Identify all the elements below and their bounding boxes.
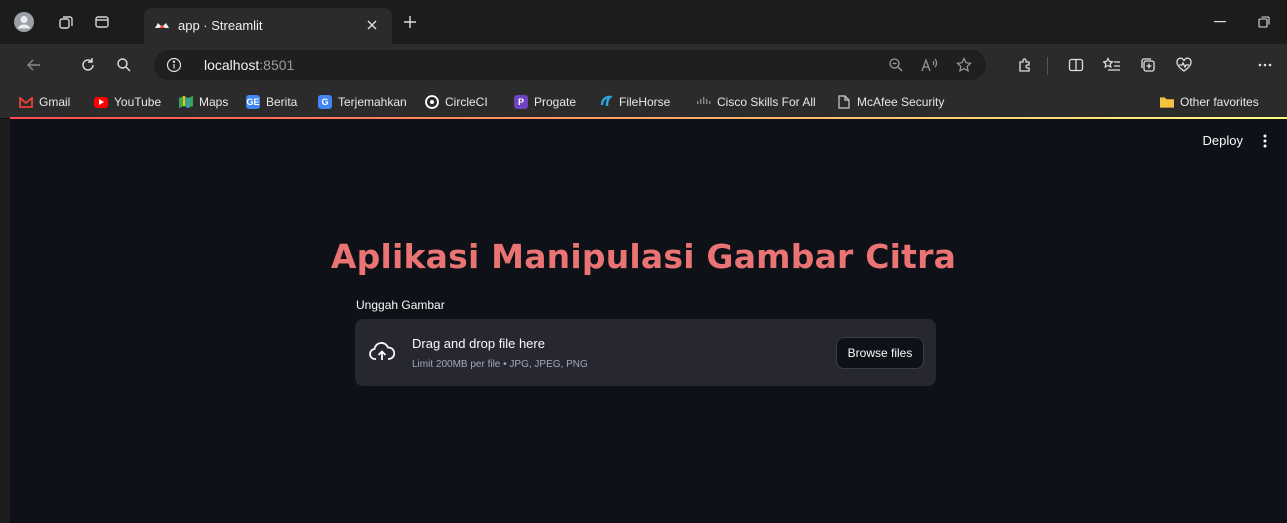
bookmark-youtube[interactable]: YouTube bbox=[94, 92, 161, 112]
favorite-star-icon[interactable] bbox=[954, 55, 974, 75]
bookmark-mcafee[interactable]: McAfee Security bbox=[837, 92, 944, 112]
url-text: localhost:8501 bbox=[204, 57, 295, 73]
gmail-icon bbox=[19, 95, 33, 109]
browser-toolbar: localhost:8501 bbox=[0, 44, 1287, 86]
browser-essentials-icon[interactable] bbox=[1170, 51, 1198, 79]
tab-active[interactable]: app · Streamlit bbox=[144, 8, 392, 44]
main-menu-icon[interactable] bbox=[1257, 131, 1273, 151]
streamlit-favicon-icon bbox=[155, 23, 169, 28]
tab-title: app · Streamlit bbox=[178, 18, 263, 33]
site-info-icon[interactable] bbox=[166, 57, 182, 73]
circleci-icon bbox=[425, 95, 439, 109]
deploy-button[interactable]: Deploy bbox=[1203, 133, 1243, 148]
new-tab-icon[interactable] bbox=[398, 10, 422, 34]
page-icon bbox=[837, 95, 851, 109]
bookmark-terjemahkan[interactable]: G Terjemahkan bbox=[318, 92, 407, 112]
browse-files-button[interactable]: Browse files bbox=[836, 337, 924, 369]
split-screen-icon[interactable] bbox=[1062, 51, 1090, 79]
bookmark-cisco[interactable]: Cisco Skills For All bbox=[697, 92, 816, 112]
profile-avatar-icon[interactable] bbox=[10, 8, 38, 36]
bookmark-progate[interactable]: P Progate bbox=[514, 92, 576, 112]
minimize-icon[interactable] bbox=[1205, 10, 1235, 34]
bookmark-berita[interactable]: GE Berita bbox=[246, 92, 297, 112]
extensions-icon[interactable] bbox=[1011, 51, 1039, 79]
folder-icon bbox=[1160, 95, 1174, 109]
news-icon: GE bbox=[246, 95, 260, 109]
dropzone-limit: Limit 200MB per file • JPG, JPEG, PNG bbox=[412, 359, 588, 370]
more-options-icon[interactable] bbox=[1251, 51, 1279, 79]
favorites-bar: Gmail YouTube Maps GE Berita G Terjemahk… bbox=[0, 86, 1287, 118]
page-title: Aplikasi Manipulasi Gambar Citra bbox=[330, 237, 957, 276]
cisco-icon bbox=[697, 95, 711, 109]
bookmark-circleci[interactable]: CircleCI bbox=[425, 92, 488, 112]
zoom-out-icon[interactable] bbox=[886, 55, 906, 75]
translate-icon: G bbox=[318, 95, 332, 109]
browser-tab-strip: app · Streamlit bbox=[0, 0, 1287, 44]
tab-actions-icon[interactable] bbox=[88, 8, 116, 36]
favorites-list-icon[interactable] bbox=[1098, 51, 1126, 79]
progate-icon: P bbox=[514, 95, 528, 109]
cloud-upload-icon bbox=[369, 342, 395, 360]
collections-icon[interactable] bbox=[1134, 51, 1162, 79]
refresh-icon[interactable] bbox=[74, 51, 102, 79]
bookmark-gmail[interactable]: Gmail bbox=[19, 92, 70, 112]
filehorse-icon bbox=[599, 95, 613, 109]
maps-icon bbox=[179, 95, 193, 109]
search-icon[interactable] bbox=[110, 51, 138, 79]
tab-close-icon[interactable] bbox=[362, 15, 382, 35]
toolbar-divider bbox=[1047, 57, 1048, 75]
dropzone-instructions: Drag and drop file here bbox=[412, 336, 545, 351]
restore-icon[interactable] bbox=[1249, 10, 1279, 34]
youtube-icon bbox=[94, 96, 108, 108]
address-bar[interactable]: localhost:8501 bbox=[154, 50, 986, 80]
read-aloud-icon[interactable] bbox=[920, 55, 940, 75]
back-arrow-icon[interactable] bbox=[20, 51, 48, 79]
window-edge bbox=[0, 119, 10, 523]
bookmark-filehorse[interactable]: FileHorse bbox=[599, 92, 670, 112]
file-dropzone[interactable]: Drag and drop file here Limit 200MB per … bbox=[355, 319, 936, 386]
other-favorites[interactable]: Other favorites bbox=[1160, 92, 1259, 112]
bookmark-maps[interactable]: Maps bbox=[179, 92, 228, 112]
workspaces-icon[interactable] bbox=[52, 8, 80, 36]
file-uploader-label: Unggah Gambar bbox=[356, 298, 445, 312]
